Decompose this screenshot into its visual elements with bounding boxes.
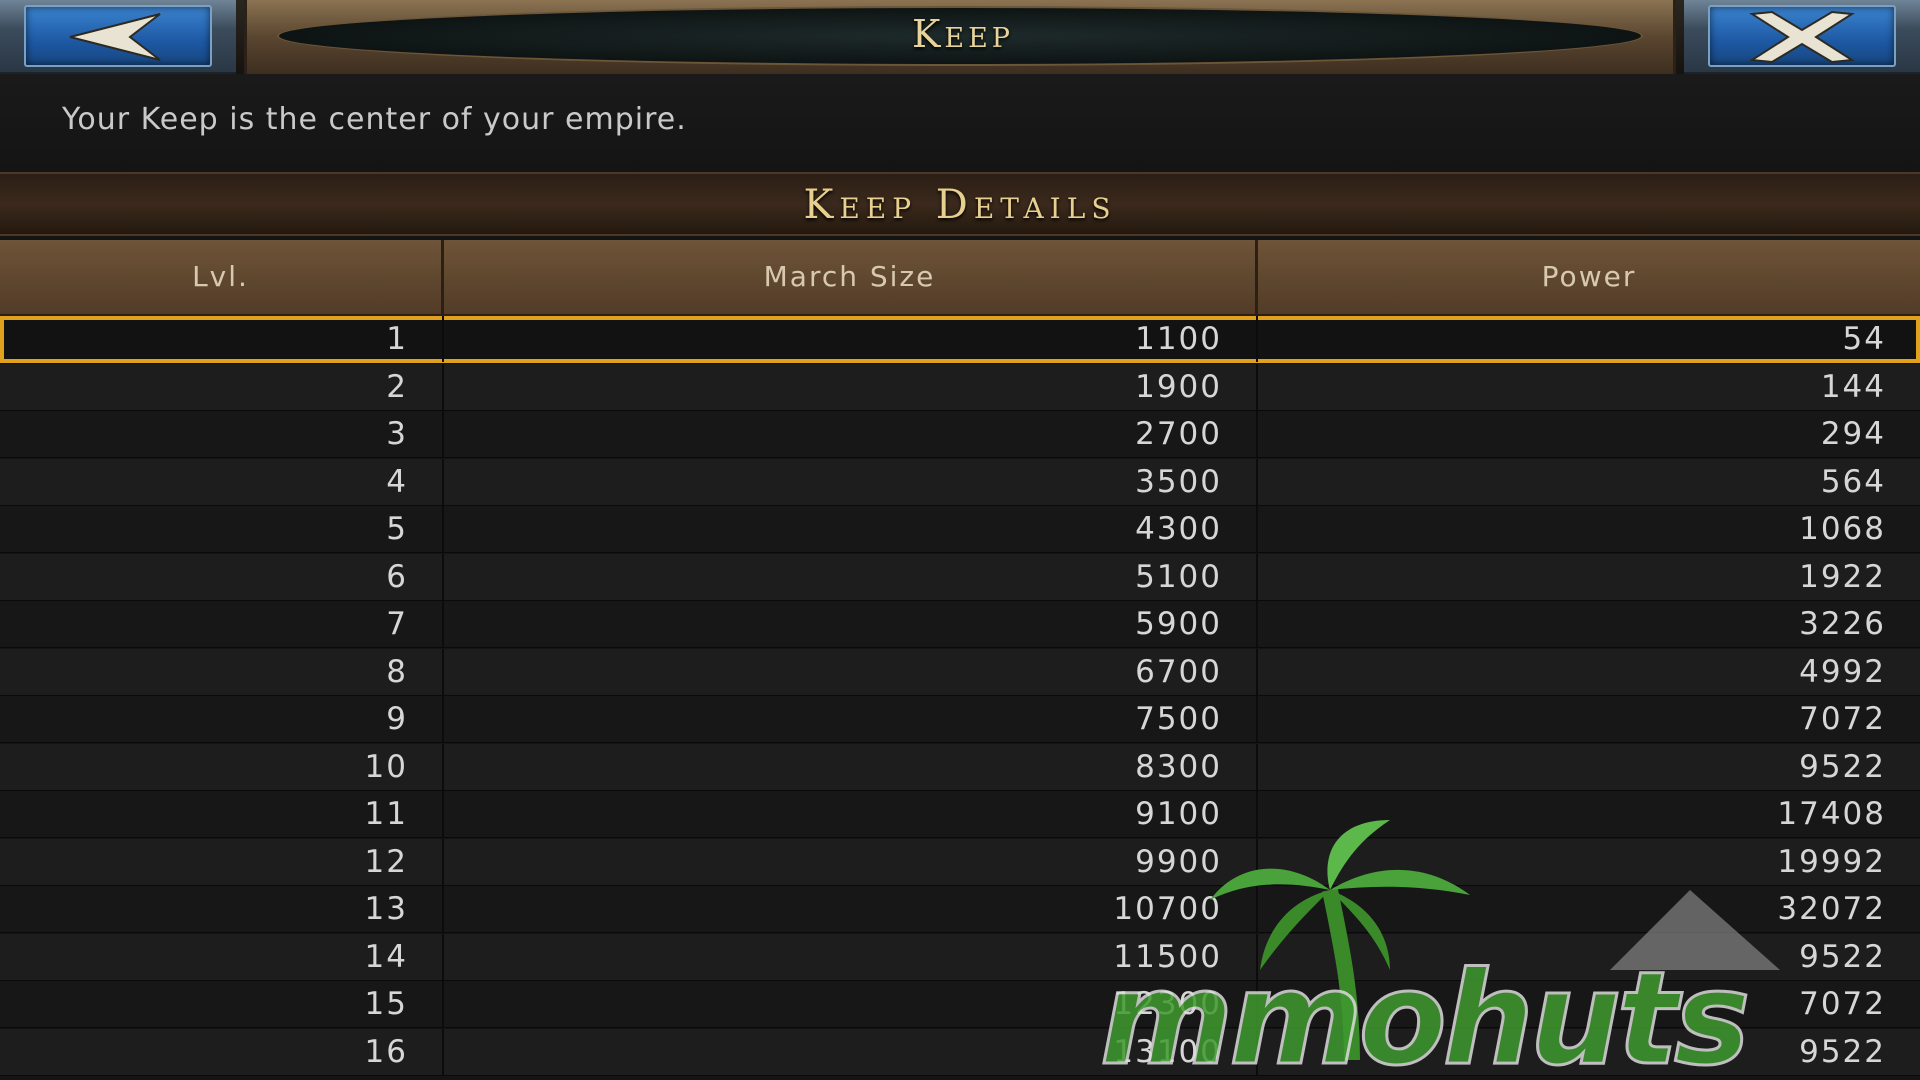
march-size-cell: 9900 bbox=[444, 838, 1258, 885]
power-cell: 3226 bbox=[1799, 606, 1886, 642]
level-cell: 2 bbox=[0, 363, 444, 410]
march-size-cell: 3500 bbox=[444, 458, 1258, 505]
level-cell: 16 bbox=[0, 1028, 444, 1075]
back-arrow-icon bbox=[69, 13, 161, 61]
level-cell: 8 bbox=[0, 648, 444, 695]
table-row[interactable]: 13 10700 32072 bbox=[0, 886, 1920, 933]
power-cell: 7072 bbox=[1799, 701, 1886, 737]
table-row[interactable]: 4 3500 564 bbox=[0, 458, 1920, 506]
power-cell: 294 bbox=[1820, 416, 1886, 452]
table-row[interactable]: 11 9100 17408 bbox=[0, 791, 1920, 838]
table-header: Lvl. March Size Power bbox=[0, 240, 1920, 316]
column-header-power: Power bbox=[1541, 260, 1637, 293]
level-cell: 9 bbox=[0, 696, 444, 742]
level-cell: 10 bbox=[0, 743, 444, 790]
march-size-cell: 8300 bbox=[444, 743, 1258, 790]
march-size-cell: 4300 bbox=[444, 506, 1258, 552]
power-cell: 17408 bbox=[1777, 796, 1886, 832]
march-size-cell: 1100 bbox=[444, 316, 1258, 362]
level-cell: 1 bbox=[0, 316, 444, 362]
column-header-march-size: March Size bbox=[444, 240, 1258, 314]
section-title: Keep Details bbox=[803, 182, 1117, 228]
march-size-cell: 1900 bbox=[444, 363, 1258, 410]
power-cell: 1922 bbox=[1799, 558, 1886, 595]
level-cell: 12 bbox=[0, 838, 444, 885]
table-row[interactable]: 7 5900 3226 bbox=[0, 601, 1920, 648]
level-cell: 7 bbox=[0, 601, 444, 647]
table-row[interactable]: 12 9900 19992 bbox=[0, 838, 1920, 886]
march-size-cell: 5100 bbox=[444, 553, 1258, 600]
level-cell: 15 bbox=[0, 981, 444, 1027]
table-row[interactable]: 5 4300 1068 bbox=[0, 506, 1920, 553]
power-cell: 4992 bbox=[1799, 653, 1886, 690]
level-cell: 13 bbox=[0, 886, 444, 932]
level-cell: 3 bbox=[0, 411, 444, 457]
power-cell: 9522 bbox=[1799, 748, 1886, 785]
power-cell: 564 bbox=[1820, 463, 1886, 500]
power-cell: 144 bbox=[1820, 368, 1886, 405]
power-cell: 1068 bbox=[1799, 511, 1886, 547]
level-cell: 4 bbox=[0, 458, 444, 505]
column-header-level: Lvl. bbox=[0, 240, 444, 314]
table-row[interactable]: 9 7500 7072 bbox=[0, 696, 1920, 743]
section-header: Keep Details bbox=[0, 172, 1920, 236]
table-row[interactable]: 6 5100 1922 bbox=[0, 553, 1920, 601]
close-x-icon bbox=[1749, 10, 1855, 64]
power-cell: 19992 bbox=[1777, 843, 1886, 880]
march-size-cell: 10700 bbox=[444, 886, 1258, 932]
march-size-cell: 2700 bbox=[444, 411, 1258, 457]
back-button[interactable] bbox=[0, 0, 236, 74]
title-frame: Keep bbox=[244, 0, 1676, 74]
level-cell: 6 bbox=[0, 553, 444, 600]
watermark-text: mmohuts bbox=[1100, 960, 1752, 1080]
level-cell: 5 bbox=[0, 506, 444, 552]
table-row[interactable]: 2 1900 144 bbox=[0, 363, 1920, 411]
march-size-cell: 5900 bbox=[444, 601, 1258, 647]
top-bar: Keep bbox=[0, 0, 1920, 74]
table-row[interactable]: 3 2700 294 bbox=[0, 411, 1920, 458]
close-button[interactable] bbox=[1684, 0, 1920, 74]
march-size-cell: 9100 bbox=[444, 791, 1258, 837]
march-size-cell: 7500 bbox=[444, 696, 1258, 742]
building-description: Your Keep is the center of your empire. bbox=[62, 102, 687, 137]
table-row[interactable]: 8 6700 4992 bbox=[0, 648, 1920, 696]
power-cell: 32072 bbox=[1777, 891, 1886, 927]
table-row[interactable]: 10 8300 9522 bbox=[0, 743, 1920, 791]
march-size-cell: 6700 bbox=[444, 648, 1258, 695]
power-cell: 54 bbox=[1842, 321, 1886, 357]
level-cell: 11 bbox=[0, 791, 444, 837]
page-title: Keep bbox=[912, 12, 1014, 56]
level-cell: 14 bbox=[0, 933, 444, 980]
description-band: Your Keep is the center of your empire. bbox=[0, 74, 1920, 172]
table-row[interactable]: 1 1100 54 bbox=[0, 316, 1920, 363]
